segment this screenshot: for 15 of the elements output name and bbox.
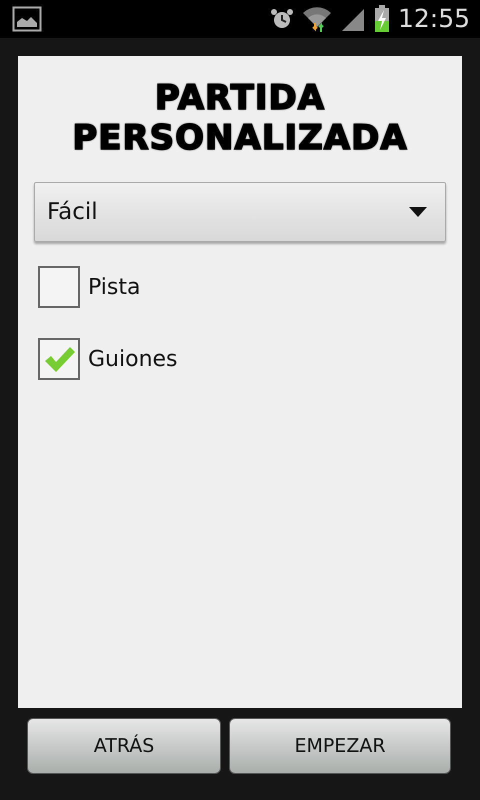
option-label: Pista: [88, 274, 140, 302]
alarm-icon: [270, 7, 294, 31]
start-button[interactable]: EMPEZAR: [229, 718, 451, 774]
back-button[interactable]: ATRÁS: [27, 718, 221, 774]
checkbox[interactable]: [38, 338, 80, 380]
battery-icon: [374, 5, 390, 33]
gallery-icon: [12, 6, 42, 32]
dropdown-caret-icon: [409, 207, 427, 217]
wifi-icon: [302, 5, 332, 33]
title-text: PERSONALIZADA: [71, 118, 409, 158]
checkbox[interactable]: [38, 266, 80, 308]
difficulty-dropdown[interactable]: Fácil: [34, 182, 446, 242]
clock-time: 12:55: [398, 3, 470, 36]
option-label: Guiones: [88, 346, 178, 374]
title-text: PARTIDA: [154, 78, 326, 118]
